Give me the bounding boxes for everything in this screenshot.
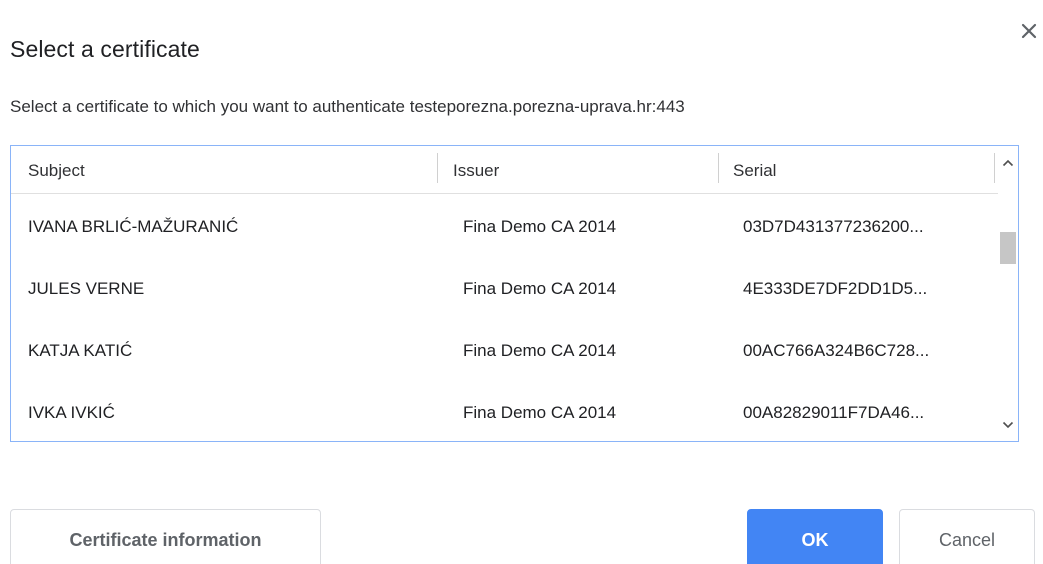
scroll-up-button[interactable] <box>998 152 1018 174</box>
dialog-title: Select a certificate <box>10 36 200 62</box>
chevron-up-icon <box>1002 159 1014 167</box>
cell-serial: 4E333DE7DF2DD1D5... <box>743 279 928 298</box>
table-row[interactable]: KATJA KATIĆ Fina Demo CA 2014 00AC766A32… <box>11 318 998 380</box>
table-body: IVANA BRLIĆ-MAŽURANIĆ Fina Demo CA 2014 … <box>11 194 998 441</box>
column-header-issuer[interactable]: Issuer <box>453 146 499 193</box>
cell-issuer: Fina Demo CA 2014 <box>463 217 617 236</box>
table-row[interactable]: IVKA IVKIĆ Fina Demo CA 2014 00A82829011… <box>11 380 998 441</box>
ok-button[interactable]: OK <box>747 509 883 564</box>
certificate-dialog: Select a certificate Select a certificat… <box>0 0 1043 564</box>
dialog-subtitle: Select a certificate to which you want t… <box>10 97 685 116</box>
scrollbar-thumb[interactable] <box>1000 232 1016 264</box>
cell-subject: IVANA BRLIĆ-MAŽURANIĆ <box>28 217 239 236</box>
cell-serial: 03D7D431377236200... <box>743 217 924 236</box>
certificate-table[interactable]: Subject Issuer Serial IVANA BRLIĆ-MAŽURA… <box>10 145 1019 442</box>
cell-subject: KATJA KATIĆ <box>28 341 133 360</box>
certificate-information-button[interactable]: Certificate information <box>10 509 321 564</box>
column-divider[interactable] <box>718 153 719 183</box>
cell-subject: JULES VERNE <box>28 279 145 298</box>
cell-issuer: Fina Demo CA 2014 <box>463 403 617 422</box>
vertical-scrollbar[interactable] <box>998 146 1018 441</box>
scroll-down-button[interactable] <box>998 414 1018 436</box>
cell-issuer: Fina Demo CA 2014 <box>463 279 617 298</box>
cell-issuer: Fina Demo CA 2014 <box>463 341 617 360</box>
table-header: Subject Issuer Serial <box>11 146 998 194</box>
column-header-subject[interactable]: Subject <box>28 146 85 193</box>
cancel-button[interactable]: Cancel <box>899 509 1035 564</box>
table-row[interactable]: JULES VERNE Fina Demo CA 2014 4E333DE7DF… <box>11 256 998 318</box>
close-icon[interactable] <box>1021 23 1037 39</box>
column-divider[interactable] <box>994 153 995 183</box>
cell-serial: 00AC766A324B6C728... <box>743 341 930 360</box>
cell-serial: 00A82829011F7DA46... <box>743 403 925 422</box>
column-header-serial[interactable]: Serial <box>733 146 776 193</box>
cell-subject: IVKA IVKIĆ <box>28 403 115 422</box>
chevron-down-icon <box>1002 421 1014 429</box>
table-row[interactable]: IVANA BRLIĆ-MAŽURANIĆ Fina Demo CA 2014 … <box>11 194 998 256</box>
close-button[interactable] <box>1016 18 1042 44</box>
column-divider[interactable] <box>437 153 438 183</box>
